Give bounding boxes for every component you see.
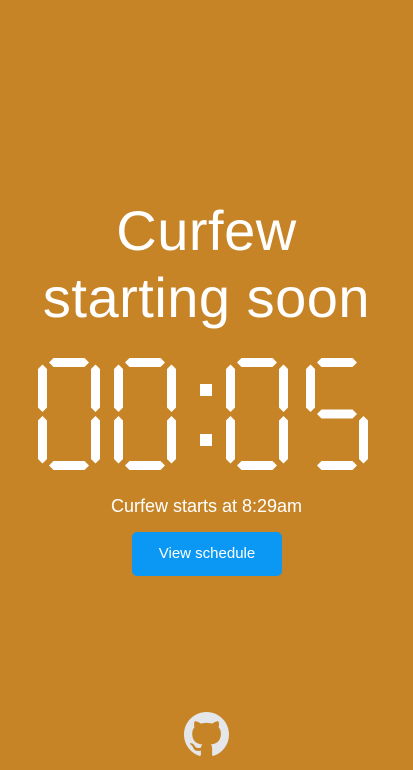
segment-b: [167, 364, 176, 412]
segment-c: [359, 416, 368, 464]
segment-b: [279, 364, 288, 412]
github-link[interactable]: [184, 712, 229, 757]
segment-e: [114, 416, 123, 464]
title-line-2: starting soon: [42, 266, 371, 329]
countdown-colon: [200, 384, 212, 446]
segment-d: [317, 461, 357, 470]
countdown-digit: [114, 358, 176, 470]
segment-c: [167, 416, 176, 464]
segment-a: [317, 358, 357, 367]
segment-a: [125, 358, 165, 367]
seven-segment-display: [38, 358, 368, 470]
countdown-digit: [226, 358, 288, 470]
segment-f: [38, 364, 47, 412]
segment-f: [306, 364, 315, 412]
segment-d: [49, 461, 89, 470]
segment-d: [237, 461, 277, 470]
view-schedule-button[interactable]: View schedule: [132, 532, 282, 576]
segment-a: [49, 358, 89, 367]
segment-e: [38, 416, 47, 464]
segment-d: [125, 461, 165, 470]
curfew-start-time: Curfew starts at 8:29am: [110, 496, 303, 516]
countdown-digit: [306, 358, 368, 470]
segment-b: [91, 364, 100, 412]
segment-c: [91, 416, 100, 464]
github-icon: [184, 712, 229, 756]
countdown-digit: [38, 358, 100, 470]
segment-f: [114, 364, 123, 412]
page-title: Curfew starting soon: [0, 197, 413, 331]
countdown-timer: [0, 350, 413, 480]
segment-g: [317, 409, 357, 419]
curfew-page: Curfew starting soon Curfew starts at 8:…: [0, 0, 413, 770]
segment-a: [237, 358, 277, 367]
segment-c: [279, 416, 288, 464]
segment-e: [226, 416, 235, 464]
segment-f: [226, 364, 235, 412]
title-line-1: Curfew: [116, 199, 297, 262]
